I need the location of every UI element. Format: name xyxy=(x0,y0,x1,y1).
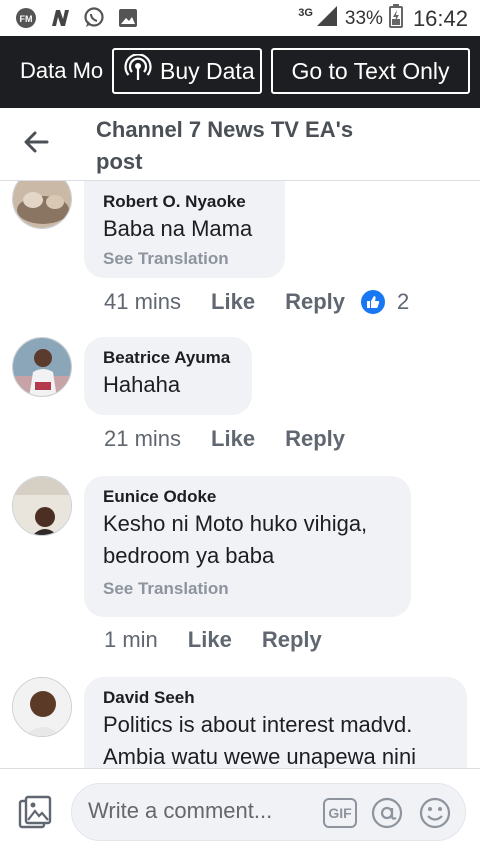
avatar[interactable] xyxy=(12,337,72,397)
reply-button[interactable]: Reply xyxy=(285,426,345,452)
back-button[interactable] xyxy=(18,126,54,162)
page-title: Channel 7 News TV EA's post xyxy=(96,117,354,174)
fm-radio-icon: FM xyxy=(14,6,38,30)
at-sign-icon xyxy=(370,797,404,834)
reply-button[interactable]: Reply xyxy=(262,627,322,653)
comment-input[interactable] xyxy=(88,798,318,824)
whatsapp-icon xyxy=(82,6,106,30)
add-photo-button[interactable] xyxy=(18,795,54,831)
avatar[interactable] xyxy=(12,476,72,536)
comment-actions: 41 mins Like Reply 2 xyxy=(104,289,409,315)
comment-author[interactable]: David Seeh xyxy=(103,687,447,709)
battery-icon xyxy=(388,4,403,33)
comment-bubble[interactable]: Beatrice Ayuma Hahaha xyxy=(84,337,252,415)
comment-actions: 21 mins Like Reply xyxy=(104,426,375,452)
comment-author[interactable]: Eunice Odoke xyxy=(103,486,391,508)
like-button[interactable]: Like xyxy=(211,289,255,315)
post-header: Channel 7 News TV EA's post xyxy=(0,108,480,181)
avatar[interactable] xyxy=(12,677,72,737)
buy-data-label: Buy Data xyxy=(160,57,255,84)
data-mode-banner: Data Mo Buy Data Go to Text Only xyxy=(0,36,480,108)
data-mode-label[interactable]: Data Mo xyxy=(20,58,120,84)
gallery-icon xyxy=(116,6,140,30)
comment-text: Baba na Mama xyxy=(103,216,253,241)
comment-author[interactable]: Beatrice Ayuma xyxy=(103,347,232,369)
smiley-icon xyxy=(418,797,452,834)
see-translation-link[interactable]: See Translation xyxy=(103,248,265,270)
comment-actions: 1 min Like Reply xyxy=(104,627,352,653)
signal-icon xyxy=(315,4,339,33)
gif-button[interactable]: GIF xyxy=(323,798,357,828)
comment-field[interactable]: GIF xyxy=(71,783,466,841)
comment-time[interactable]: 41 mins xyxy=(104,289,181,315)
photo-icon xyxy=(18,795,54,835)
comment-author[interactable]: Robert O. Nyaoke xyxy=(103,191,265,213)
comment-text: Politics is about interest madvd. Ambia … xyxy=(103,712,417,768)
text-only-label: Go to Text Only xyxy=(291,57,450,84)
avatar[interactable] xyxy=(12,181,72,229)
svg-text:FM: FM xyxy=(20,14,33,24)
comment-bubble[interactable]: Eunice Odoke Kesho ni Moto huko vihiga, … xyxy=(84,476,411,617)
comment-composer: GIF xyxy=(0,768,480,854)
like-button[interactable]: Like xyxy=(211,426,255,452)
status-bar: FM 3G 33% 16:42 xyxy=(0,0,480,36)
comments-list: Robert O. Nyaoke Baba na Mama See Transl… xyxy=(0,181,480,768)
emoji-button[interactable] xyxy=(418,796,452,830)
comment-text: Kesho ni Moto huko vihiga, bedroom ya ba… xyxy=(103,511,368,568)
see-translation-link[interactable]: See Translation xyxy=(103,578,391,600)
comment-time[interactable]: 21 mins xyxy=(104,426,181,452)
comment-text: Hahaha xyxy=(103,372,181,397)
n-app-icon xyxy=(48,6,72,30)
comment-bubble[interactable]: David Seeh Politics is about interest ma… xyxy=(84,677,467,768)
comment-bubble[interactable]: Robert O. Nyaoke Baba na Mama See Transl… xyxy=(84,181,285,278)
buy-data-button[interactable]: Buy Data xyxy=(112,48,262,94)
go-to-text-only-button[interactable]: Go to Text Only xyxy=(271,48,470,94)
comment-time[interactable]: 1 min xyxy=(104,627,158,653)
mention-button[interactable] xyxy=(370,796,404,830)
network-type: 3G xyxy=(298,6,313,19)
battery-percent: 33% xyxy=(344,7,383,29)
clock: 16:42 xyxy=(412,5,468,31)
broadcast-icon xyxy=(124,53,152,88)
reaction-count[interactable]: 2 xyxy=(397,289,409,315)
like-reaction-icon[interactable] xyxy=(361,290,385,314)
back-arrow-icon xyxy=(23,131,49,158)
reply-button[interactable]: Reply xyxy=(285,289,345,315)
like-button[interactable]: Like xyxy=(188,627,232,653)
